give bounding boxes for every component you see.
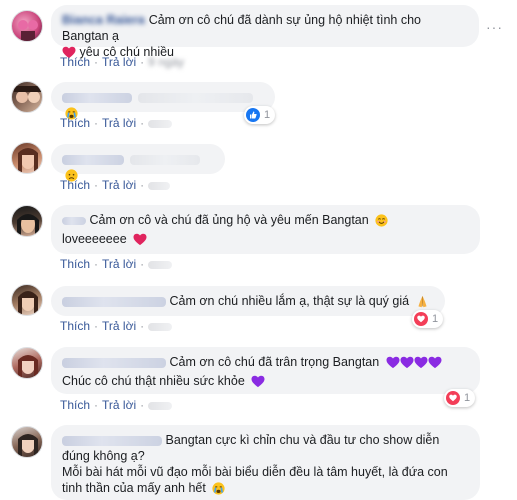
- separator-dot: ·: [94, 319, 99, 333]
- smiling-face-icon: [375, 214, 388, 231]
- comment-time-redacted[interactable]: [148, 322, 173, 331]
- avatar-image: [14, 86, 42, 103]
- comment-bubble: Bangtan cực kì chỉn chu và đầu tư cho sh…: [51, 425, 480, 500]
- like-link[interactable]: Thích: [60, 398, 90, 412]
- reaction-badge[interactable]: 1: [244, 106, 276, 124]
- separator-dot: ·: [140, 178, 145, 192]
- comment-text: Cảm ơn chú nhiều lắm ạ, thật sự là quý g…: [169, 294, 410, 308]
- avatar-image: [18, 148, 38, 173]
- more-options-icon[interactable]: ···: [486, 19, 503, 35]
- avatar[interactable]: [11, 347, 43, 379]
- comment-text-tail: Mỗi bài hát mỗi vũ đạo mỗi bài biểu diễn…: [62, 465, 448, 495]
- like-link[interactable]: Thích: [60, 116, 90, 130]
- separator-dot: ·: [94, 178, 99, 192]
- avatar-image: [17, 214, 39, 236]
- comment-bubble: Bianca Raiera Cảm ơn cô chú đã dành sự ủn…: [51, 5, 479, 59]
- like-link[interactable]: Thích: [60, 178, 90, 192]
- comment-text: Cảm ơn cô chú đã trân trọng Bangtan: [169, 355, 380, 369]
- love-reaction-icon: [414, 312, 428, 326]
- comment-text-tail: loveeeeeee: [62, 232, 127, 246]
- separator-dot: ·: [94, 55, 99, 69]
- red-heart-icon: [133, 233, 147, 246]
- comment-author-redacted[interactable]: [62, 357, 166, 368]
- comment-time-redacted[interactable]: [148, 260, 173, 269]
- comment-actions: Thích · Trả lời · 9 ngày: [60, 55, 184, 69]
- purple-hearts-icon: [386, 356, 442, 373]
- comment-bubble: [51, 82, 275, 120]
- comment-author-redacted[interactable]: [62, 435, 162, 446]
- comment-author-redacted[interactable]: [62, 296, 166, 307]
- reply-link[interactable]: Trả lời: [102, 116, 136, 130]
- comment-bubble: Cảm ơn chú nhiều lắm ạ, thật sự là quý g…: [51, 286, 445, 316]
- reaction-badge[interactable]: 1: [444, 389, 476, 407]
- comment-time-redacted[interactable]: [148, 401, 173, 410]
- separator-dot: ·: [140, 55, 145, 69]
- like-link[interactable]: Thích: [60, 257, 90, 271]
- avatar[interactable]: [11, 142, 43, 174]
- like-link[interactable]: Thích: [60, 55, 90, 69]
- comment-time[interactable]: 9 ngày: [148, 55, 184, 69]
- reply-link[interactable]: Trả lời: [102, 178, 136, 192]
- reaction-count: 1: [264, 109, 271, 121]
- avatar[interactable]: [11, 426, 43, 458]
- reaction-count: 1: [432, 313, 439, 325]
- like-reaction-icon: [246, 108, 260, 122]
- separator-dot: ·: [94, 398, 99, 412]
- comment-time-redacted[interactable]: [148, 181, 171, 190]
- avatar-image: [18, 355, 38, 378]
- reply-link[interactable]: Trả lời: [102, 257, 136, 271]
- comment-bubble: Cảm ơn cô chú đã trân trọng Bangtan Chúc…: [51, 347, 480, 394]
- reaction-count: 1: [464, 392, 471, 404]
- comment-text: Cảm ơn cô và chú đã ủng hộ và yêu mến Ba…: [89, 213, 369, 227]
- like-link[interactable]: Thích: [60, 319, 90, 333]
- comment-actions: Thích · Trả lời ·: [60, 178, 171, 192]
- comment-actions: Thích · Trả lời ·: [60, 116, 173, 130]
- comment-author-redacted[interactable]: [62, 92, 132, 103]
- separator-dot: ·: [140, 319, 145, 333]
- separator-dot: ·: [140, 398, 145, 412]
- comment-text-redacted: [130, 154, 200, 165]
- avatar[interactable]: [11, 205, 43, 237]
- comment-actions: Thích · Trả lời ·: [60, 257, 173, 271]
- reply-link[interactable]: Trả lời: [102, 55, 136, 69]
- reply-link[interactable]: Trả lời: [102, 398, 136, 412]
- crying-face-icon: [212, 482, 225, 499]
- separator-dot: ·: [140, 116, 145, 130]
- comment-bubble: Cảm ơn cô và chú đã ủng hộ và yêu mến Ba…: [51, 205, 480, 254]
- love-reaction-icon: [446, 391, 460, 405]
- comment-actions: Thích · Trả lời ·: [60, 319, 173, 333]
- avatar[interactable]: [11, 284, 43, 316]
- avatar[interactable]: [11, 10, 43, 42]
- reaction-badge[interactable]: 1: [412, 310, 444, 328]
- separator-dot: ·: [140, 257, 145, 271]
- comment-author[interactable]: Bianca Raiera: [62, 12, 145, 28]
- avatar-image: [18, 434, 38, 457]
- comment-author-redacted[interactable]: [62, 154, 124, 165]
- comment-time-redacted[interactable]: [148, 119, 173, 128]
- comment-author-redacted[interactable]: [62, 216, 86, 225]
- comment-bubble: [51, 144, 225, 182]
- avatar-image: [18, 291, 38, 315]
- comment-text-tail: Chúc cô chú thật nhiều sức khỏe: [62, 374, 245, 388]
- comment-text-redacted: [138, 92, 253, 103]
- purple-heart-icon: [251, 375, 265, 388]
- avatar[interactable]: [11, 81, 43, 113]
- separator-dot: ·: [94, 116, 99, 130]
- avatar-image: [18, 20, 38, 41]
- separator-dot: ·: [94, 257, 99, 271]
- reply-link[interactable]: Trả lời: [102, 319, 136, 333]
- comment-actions: Thích · Trả lời ·: [60, 398, 173, 412]
